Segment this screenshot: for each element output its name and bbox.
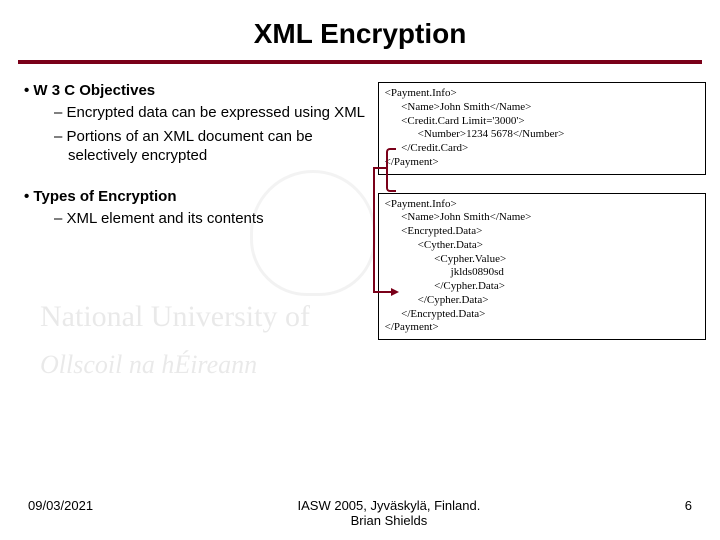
footer-page: 6 (685, 498, 692, 528)
heading-objectives: W 3 C Objectives (24, 82, 370, 99)
arrowhead-icon (391, 288, 399, 296)
watermark-line2: Ollscoil na hÉireann (40, 350, 540, 380)
heading-types: Types of Encryption (24, 188, 370, 205)
bracket-icon (386, 148, 396, 192)
bullet: XML element and its contents (54, 209, 370, 229)
footer-venue: IASW 2005, Jyväskylä, Finland. Brian Shi… (93, 498, 685, 528)
bullet: Portions of an XML document can be selec… (54, 127, 370, 166)
arrow-line (374, 167, 386, 169)
title-rule (18, 60, 702, 64)
slide: National University of Ollscoil na hÉire… (0, 0, 720, 540)
slide-body: W 3 C Objectives Encrypted data can be e… (0, 82, 720, 340)
bullet: Encrypted data can be expressed using XM… (54, 103, 370, 123)
code-sample-encrypted: <Payment.Info> <Name>John Smith</Name> <… (378, 193, 706, 341)
footer-date: 09/03/2021 (28, 498, 93, 528)
slide-title: XML Encryption (0, 0, 720, 60)
footer: 09/03/2021 IASW 2005, Jyväskylä, Finland… (0, 498, 720, 528)
arrow-line (373, 167, 375, 291)
right-column: <Payment.Info> <Name>John Smith</Name> <… (378, 82, 706, 340)
arrow-line (373, 291, 393, 293)
section-objectives: W 3 C Objectives Encrypted data can be e… (14, 82, 370, 166)
left-column: W 3 C Objectives Encrypted data can be e… (14, 82, 370, 340)
section-types: Types of Encryption XML element and its … (14, 188, 370, 229)
code-sample-plain: <Payment.Info> <Name>John Smith</Name> <… (378, 82, 706, 175)
